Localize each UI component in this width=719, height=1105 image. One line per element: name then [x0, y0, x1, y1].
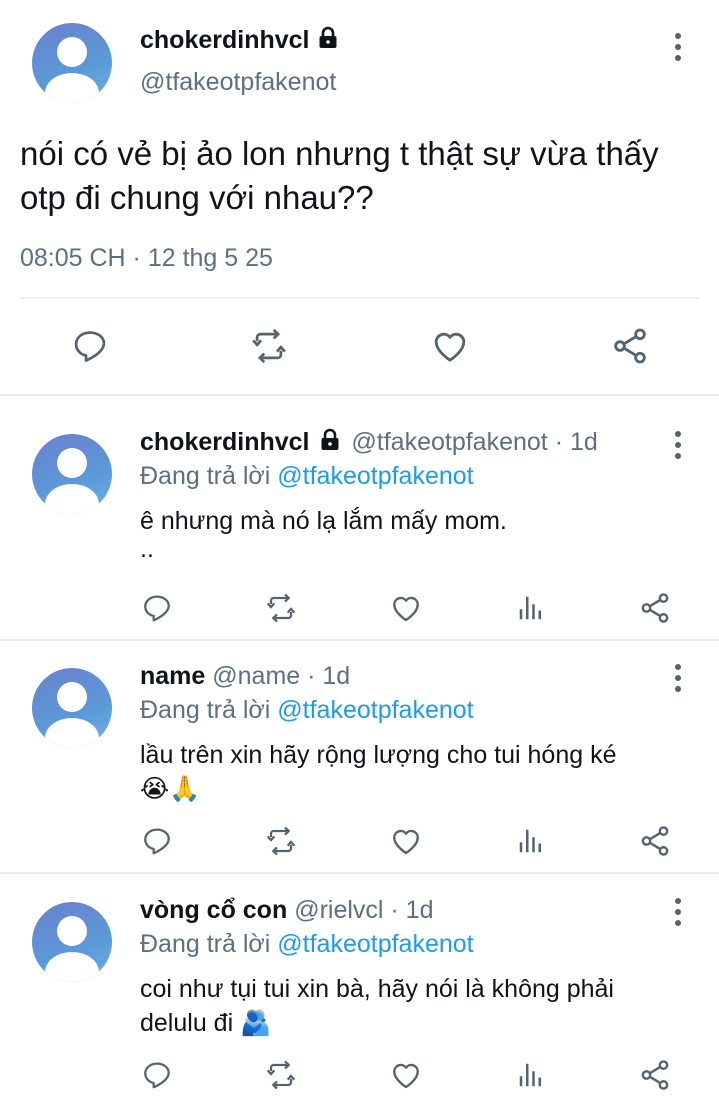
- author-name[interactable]: chokerdinhvcl: [140, 428, 310, 456]
- share-icon[interactable]: [638, 591, 672, 625]
- share-icon[interactable]: [638, 1058, 672, 1092]
- like-icon[interactable]: [430, 326, 470, 366]
- reply-text: lầu trên xin hãy rộng lượng cho tui hóng…: [140, 741, 617, 803]
- lock-icon: [321, 428, 339, 450]
- replying-to-link[interactable]: @tfakeotpfakenot: [277, 930, 473, 958]
- author-name: chokerdinhvcl: [140, 26, 310, 54]
- avatar[interactable]: [32, 902, 112, 982]
- reply-header: name @name · 1d: [140, 662, 350, 691]
- reply-text: ê nhưng mà nó lạ lắm mấy mom. ..: [140, 507, 507, 563]
- replying-to: Đang trả lời @tfakeotpfakenot: [140, 930, 474, 958]
- like-icon[interactable]: [389, 1058, 423, 1092]
- avatar[interactable]: [32, 434, 112, 514]
- replying-to: Đang trả lời @tfakeotpfakenot: [140, 696, 474, 724]
- like-icon[interactable]: [389, 591, 423, 625]
- tweet-timestamp[interactable]: 08:05 CH · 12 thg 5 25: [20, 244, 273, 273]
- replying-to-link[interactable]: @tfakeotpfakenot: [277, 696, 473, 724]
- handle-and-time[interactable]: @rielvcl · 1d: [294, 896, 433, 924]
- replying-to-link[interactable]: @tfakeotpfakenot: [277, 462, 473, 490]
- reply-icon[interactable]: [141, 592, 173, 624]
- more-options-icon[interactable]: [675, 431, 681, 464]
- like-icon[interactable]: [389, 824, 423, 858]
- retweet-icon[interactable]: [249, 327, 289, 365]
- handle-and-time[interactable]: @tfakeotpfakenot · 1d: [351, 428, 597, 456]
- retweet-icon[interactable]: [264, 592, 298, 624]
- tweet-text: nói có vẻ bị ảo lon nhưng t thật sự vừa …: [20, 135, 659, 216]
- author-name[interactable]: vòng cổ con: [140, 896, 287, 924]
- more-options-icon[interactable]: [675, 898, 681, 931]
- handle-and-time[interactable]: @name · 1d: [212, 662, 350, 690]
- replying-to: Đang trả lời @tfakeotpfakenot: [140, 462, 474, 490]
- avatar[interactable]: [32, 23, 112, 103]
- reply-icon[interactable]: [141, 1059, 173, 1091]
- reply-text: coi như tụi tui xin bà, hãy nói là không…: [140, 975, 614, 1037]
- divider: [0, 639, 719, 641]
- reply-icon[interactable]: [141, 825, 173, 857]
- share-icon[interactable]: [638, 824, 672, 858]
- share-icon[interactable]: [610, 326, 650, 366]
- more-options-icon[interactable]: [675, 33, 681, 66]
- reply-icon[interactable]: [71, 327, 109, 365]
- lock-icon: [319, 26, 337, 48]
- more-options-icon[interactable]: [675, 664, 681, 697]
- divider: [20, 297, 699, 299]
- display-name[interactable]: chokerdinhvcl: [140, 26, 340, 55]
- author-name[interactable]: name: [140, 662, 205, 690]
- views-icon[interactable]: [516, 1059, 546, 1091]
- retweet-icon[interactable]: [264, 1059, 298, 1091]
- avatar[interactable]: [32, 668, 112, 748]
- author-handle[interactable]: @tfakeotpfakenot: [140, 68, 336, 97]
- retweet-icon[interactable]: [264, 825, 298, 857]
- divider: [0, 872, 719, 874]
- divider: [0, 394, 719, 396]
- views-icon[interactable]: [516, 825, 546, 857]
- reply-header: vòng cổ con @rielvcl · 1d: [140, 896, 433, 925]
- views-icon[interactable]: [516, 592, 546, 624]
- reply-header: chokerdinhvcl @tfakeotpfakenot · 1d: [140, 428, 598, 457]
